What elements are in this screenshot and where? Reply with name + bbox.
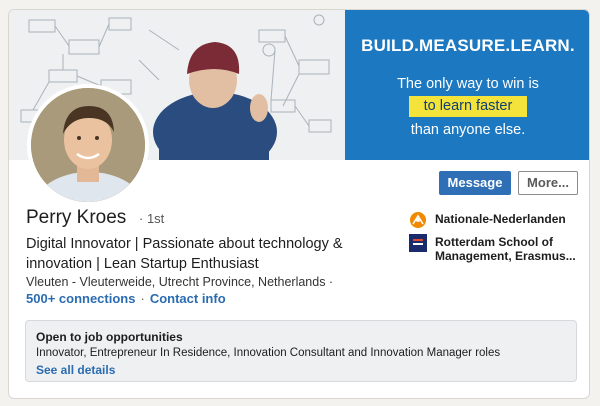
separator: · [140, 291, 145, 306]
connection-degree: · 1st [139, 211, 165, 226]
profile-links: 500+ connections · Contact info [26, 291, 226, 306]
profile-name: Perry Kroes [26, 207, 127, 228]
nn-logo-icon [409, 211, 427, 229]
rsm-logo-icon [409, 234, 427, 252]
message-button[interactable]: Message [439, 171, 511, 195]
profile-card: BUILD.MEASURE.LEARN. The only way to win… [8, 9, 590, 399]
ad-text: The only way to win is [397, 76, 539, 92]
profile-location: Vleuten - Vleuterweide, Utrecht Province… [26, 275, 334, 289]
open-to-work-title: Open to job opportunities [36, 330, 183, 344]
profile-headline: Digital Innovator | Passionate about tec… [26, 236, 343, 272]
school-name: Rotterdam School of Management, Erasmus.… [435, 235, 576, 263]
ad-headline: BUILD.MEASURE.LEARN. [361, 36, 575, 55]
open-to-work-box: Open to job opportunities Innovator, Ent… [25, 320, 577, 382]
see-all-details-link[interactable]: See all details [36, 363, 115, 377]
contact-info-link[interactable]: Contact info [150, 291, 226, 306]
profile-photo [31, 88, 145, 202]
banner-ad: BUILD.MEASURE.LEARN. The only way to win… [345, 10, 589, 160]
ad-text: than anyone else. [410, 122, 526, 138]
open-to-work-description: Innovator, Entrepreneur In Residence, In… [36, 347, 501, 359]
more-button[interactable]: More... [518, 171, 578, 195]
company-name: Nationale-Nederlanden [435, 212, 566, 226]
avatar[interactable] [27, 84, 149, 206]
company-education[interactable]: Rotterdam School of Management, Erasmus.… [409, 234, 584, 264]
ad-highlight: to learn faster [409, 96, 527, 117]
connections-link[interactable]: 500+ connections [26, 291, 135, 306]
